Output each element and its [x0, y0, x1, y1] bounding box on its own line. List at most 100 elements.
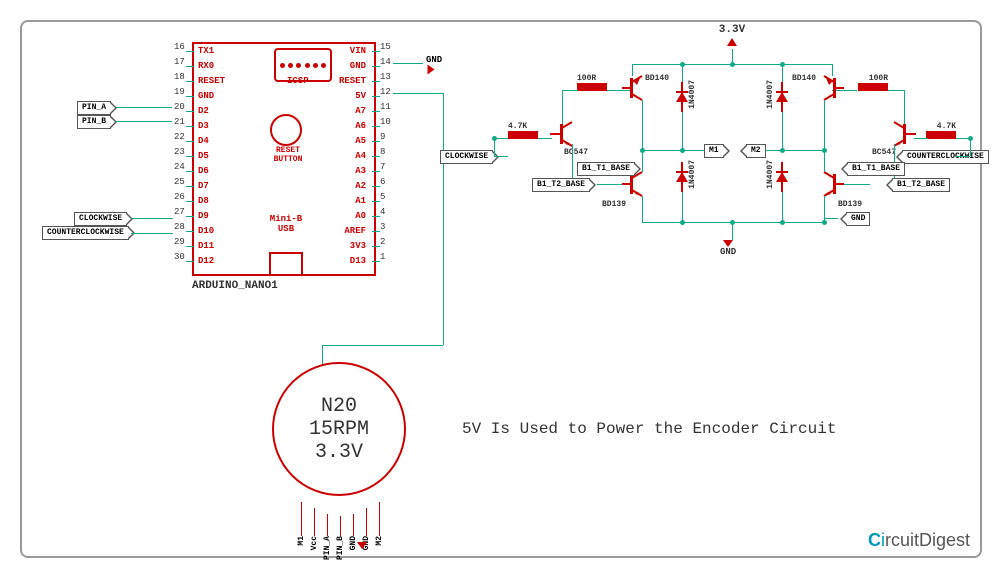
nano-pinnum-r5: 10: [380, 117, 391, 127]
nano-pin-d3: D3: [198, 121, 209, 131]
nano-pinnum-l11: 27: [174, 207, 185, 217]
bd139-left-label: BD139: [602, 200, 626, 209]
motor-pin-pin_b: PIN_B: [336, 536, 345, 560]
nano-pin-r-gnd: GND: [350, 61, 366, 71]
nano-pinnum-r2: 13: [380, 72, 391, 82]
net-b1t1-left: B1_T1_BASE: [577, 162, 635, 176]
nano-pinnum-r8: 7: [380, 162, 385, 172]
motor-pin-vcc: Vcc: [310, 536, 319, 550]
icsp-label: ICSP: [287, 76, 309, 86]
net-ccw-hb: COUNTERCLOCKWISE: [902, 150, 989, 164]
motor-pin-pin_a: PIN_A: [323, 536, 332, 560]
nano-pin-r-a2: A2: [355, 181, 366, 191]
motor-pins: M1VccPIN_APIN_BGNDGNDM2: [297, 494, 384, 560]
nano-pin-rx0: RX0: [198, 61, 214, 71]
nano-pinnum-l6: 22: [174, 132, 185, 142]
nano-pinnum-l12: 28: [174, 222, 185, 232]
bd140-right-label: BD140: [792, 74, 816, 83]
vcc-3v3: 3.3V: [712, 24, 752, 46]
nano-pin-r-a6: A6: [355, 121, 366, 131]
nano-pinnum-r7: 8: [380, 147, 385, 157]
nano-pinnum-r0: 15: [380, 42, 391, 52]
nano-pin-d8: D8: [198, 196, 209, 206]
nano-pin-d7: D7: [198, 181, 209, 191]
nano-pinnum-l13: 29: [174, 237, 185, 247]
res-100r-left: 100R: [577, 74, 607, 91]
motor-gnd-symbol: [357, 542, 367, 549]
h-bridge-circuit: 3.3V 100R BC547 4.7K CLOCKWISE BD: [502, 52, 962, 312]
nano-pin-r-reset: RESET: [339, 76, 366, 86]
reset-button-icon: [270, 114, 302, 146]
motor-rpm: 15RPM: [309, 418, 369, 441]
nano-pin-d6: D6: [198, 166, 209, 176]
nano-pinnum-r14: 1: [380, 252, 385, 262]
net-pin-b: PIN_B: [77, 115, 111, 129]
diode-bl-label: 1N4007: [688, 160, 697, 189]
nano-pin-r-a7: A7: [355, 106, 366, 116]
bc547-left-label: BC547: [564, 148, 588, 157]
nano-pinnum-l7: 23: [174, 147, 185, 157]
nano-pinnum-r3: 12: [380, 87, 391, 97]
nano-pin-d2: D2: [198, 106, 209, 116]
net-cw: CLOCKWISE: [74, 212, 127, 226]
net-b1t2-left: B1_T2_BASE: [532, 178, 590, 192]
nano-pin-r-a5: A5: [355, 136, 366, 146]
nano-pinnum-l2: 18: [174, 72, 185, 82]
motor-pin-m2: M2: [375, 536, 384, 546]
diode-tl-label: 1N4007: [688, 80, 697, 109]
nano-pinnum-r10: 5: [380, 192, 385, 202]
motor-name: N20: [321, 395, 357, 418]
nano-pinnum-l10: 26: [174, 192, 185, 202]
nano-pin-r-d13: D13: [350, 256, 366, 266]
res-100r-right: 100R: [858, 74, 888, 91]
bd140-right: [820, 76, 844, 100]
bc547-right-label: BC547: [872, 148, 896, 157]
nano-pin-d11: D11: [198, 241, 214, 251]
circuitdigest-logo: CircuitDigest: [868, 530, 970, 551]
nano-pinnum-l14: 30: [174, 252, 185, 262]
net-m1: M1: [704, 144, 724, 158]
motor-pin-m1: M1: [297, 536, 306, 546]
gnd-symbol-icon: [428, 65, 435, 75]
nano-pinnum-l0: 16: [174, 42, 185, 52]
nano-pin-d4: D4: [198, 136, 209, 146]
nano-pin-r-5v: 5V: [355, 91, 366, 101]
net-b1t1-right: B1_T1_BASE: [847, 162, 905, 176]
nano-pinnum-r6: 9: [380, 132, 385, 142]
nano-pinnum-l9: 25: [174, 177, 185, 187]
schematic-frame: ICSP RESET BUTTON Mini-B USB ARDUINO_NAN…: [20, 20, 982, 558]
nano-pinnum-l5: 21: [174, 117, 185, 127]
gnd-label-nano: GND: [426, 55, 442, 65]
bc547-right: [892, 122, 916, 146]
encoder-note: 5V Is Used to Power the Encoder Circuit: [462, 420, 836, 438]
arduino-name: ARDUINO_NANO1: [192, 280, 278, 292]
nano-pinnum-r4: 11: [380, 102, 391, 112]
reset-button-label: RESET BUTTON: [268, 146, 308, 164]
nano-pinnum-r12: 3: [380, 222, 385, 232]
nano-pinnum-l4: 20: [174, 102, 185, 112]
motor-voltage: 3.3V: [315, 441, 363, 464]
nano-pinnum-l8: 24: [174, 162, 185, 172]
nano-pinnum-r13: 2: [380, 237, 385, 247]
nano-pin-r-vin: VIN: [350, 46, 366, 56]
bd140-left-label: BD140: [645, 74, 669, 83]
nano-pinnum-r11: 4: [380, 207, 385, 217]
bd140-left: [622, 76, 646, 100]
diode-tr-label: 1N4007: [766, 80, 775, 109]
motor-n20: N20 15RPM 3.3V: [272, 362, 406, 496]
nano-pin-d12: D12: [198, 256, 214, 266]
net-b1t2-right: B1_T2_BASE: [892, 178, 950, 192]
bc547-left: [550, 122, 574, 146]
nano-pin-d5: D5: [198, 151, 209, 161]
nano-pin-r-aref: AREF: [344, 226, 366, 236]
res-47k-left: 4.7K: [508, 122, 538, 139]
net-m2: M2: [746, 144, 766, 158]
nano-pin-tx1: TX1: [198, 46, 214, 56]
nano-pinnum-r9: 6: [380, 177, 385, 187]
nano-pinnum-l1: 17: [174, 57, 185, 67]
nano-pin-gnd: GND: [198, 91, 214, 101]
usb-label: Mini-B USB: [266, 214, 306, 234]
res-47k-right: 4.7K: [926, 122, 956, 139]
nano-pin-r-3v3: 3V3: [350, 241, 366, 251]
nano-pinnum-l3: 19: [174, 87, 185, 97]
